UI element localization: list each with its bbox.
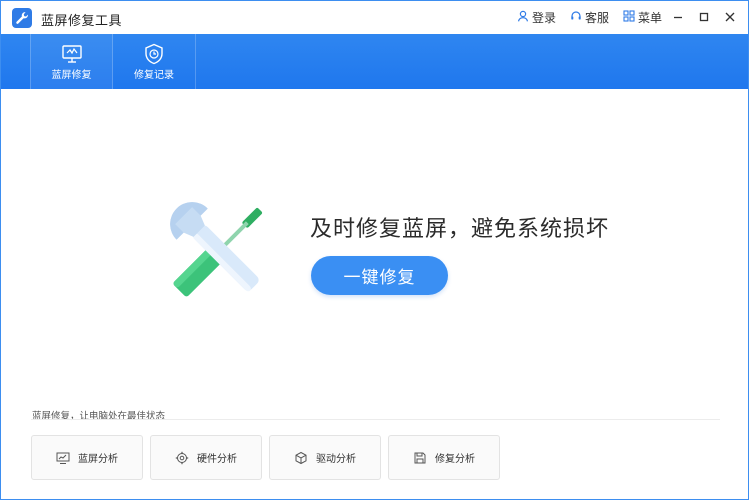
section-divider xyxy=(31,419,720,420)
hardware-analysis-button[interactable]: 硬件分析 xyxy=(150,435,262,480)
minimize-button[interactable] xyxy=(668,7,688,27)
hero-headline: 及时修复蓝屏，避免系统损坏 xyxy=(310,217,610,242)
close-icon xyxy=(725,12,735,22)
login-button[interactable]: 登录 xyxy=(517,9,556,26)
one-click-repair-button[interactable]: 一键修复 xyxy=(311,256,448,295)
minimize-icon xyxy=(674,16,682,19)
clock-shield-icon xyxy=(145,43,163,64)
menu-button[interactable]: 菜单 xyxy=(623,9,662,26)
support-label: 客服 xyxy=(584,11,609,25)
grid-menu-icon xyxy=(623,10,635,25)
wrench-screwdriver-icon xyxy=(159,193,279,308)
support-button[interactable]: 客服 xyxy=(570,9,609,26)
app-title: 蓝屏修复工具 xyxy=(41,14,123,29)
monitor-icon xyxy=(61,44,82,63)
headset-icon xyxy=(570,10,582,25)
title-bar: 蓝屏修复工具 登录 客服 菜单 xyxy=(1,1,748,34)
cube-icon xyxy=(295,451,307,464)
tab-label: 修复记录 xyxy=(134,69,174,81)
gear-icon xyxy=(175,451,189,464)
window-controls xyxy=(668,7,740,27)
maximize-icon xyxy=(699,12,709,22)
driver-analysis-button[interactable]: 驱动分析 xyxy=(269,435,381,480)
analysis-tools: 蓝屏分析 硬件分析 驱动分析 修复分析 xyxy=(31,435,500,480)
maximize-button[interactable] xyxy=(694,7,714,27)
header-actions: 登录 客服 菜单 xyxy=(517,9,662,26)
tool-label: 蓝屏分析 xyxy=(78,454,118,465)
floppy-icon xyxy=(414,452,426,463)
tab-label: 蓝屏修复 xyxy=(51,69,92,81)
bluescreen-analysis-button[interactable]: 蓝屏分析 xyxy=(31,435,143,480)
tool-label: 硬件分析 xyxy=(197,454,237,465)
tool-label: 修复分析 xyxy=(435,454,475,465)
repair-analysis-button[interactable]: 修复分析 xyxy=(388,435,500,480)
wrench-logo-icon xyxy=(12,8,32,28)
top-navigation: 蓝屏修复 修复记录 xyxy=(1,34,748,89)
menu-label: 菜单 xyxy=(637,11,662,25)
user-icon xyxy=(517,10,529,25)
close-button[interactable] xyxy=(720,7,740,27)
app-window: 蓝屏修复工具 登录 客服 菜单 蓝屏修复 修复记录 及时修复蓝屏，避免系统损坏 … xyxy=(0,0,749,500)
login-label: 登录 xyxy=(531,11,556,25)
tab-bluescreen-repair[interactable]: 蓝屏修复 xyxy=(30,34,113,89)
tab-repair-history[interactable]: 修复记录 xyxy=(113,34,196,89)
chart-monitor-icon xyxy=(56,452,70,464)
tool-label: 驱动分析 xyxy=(316,454,356,465)
